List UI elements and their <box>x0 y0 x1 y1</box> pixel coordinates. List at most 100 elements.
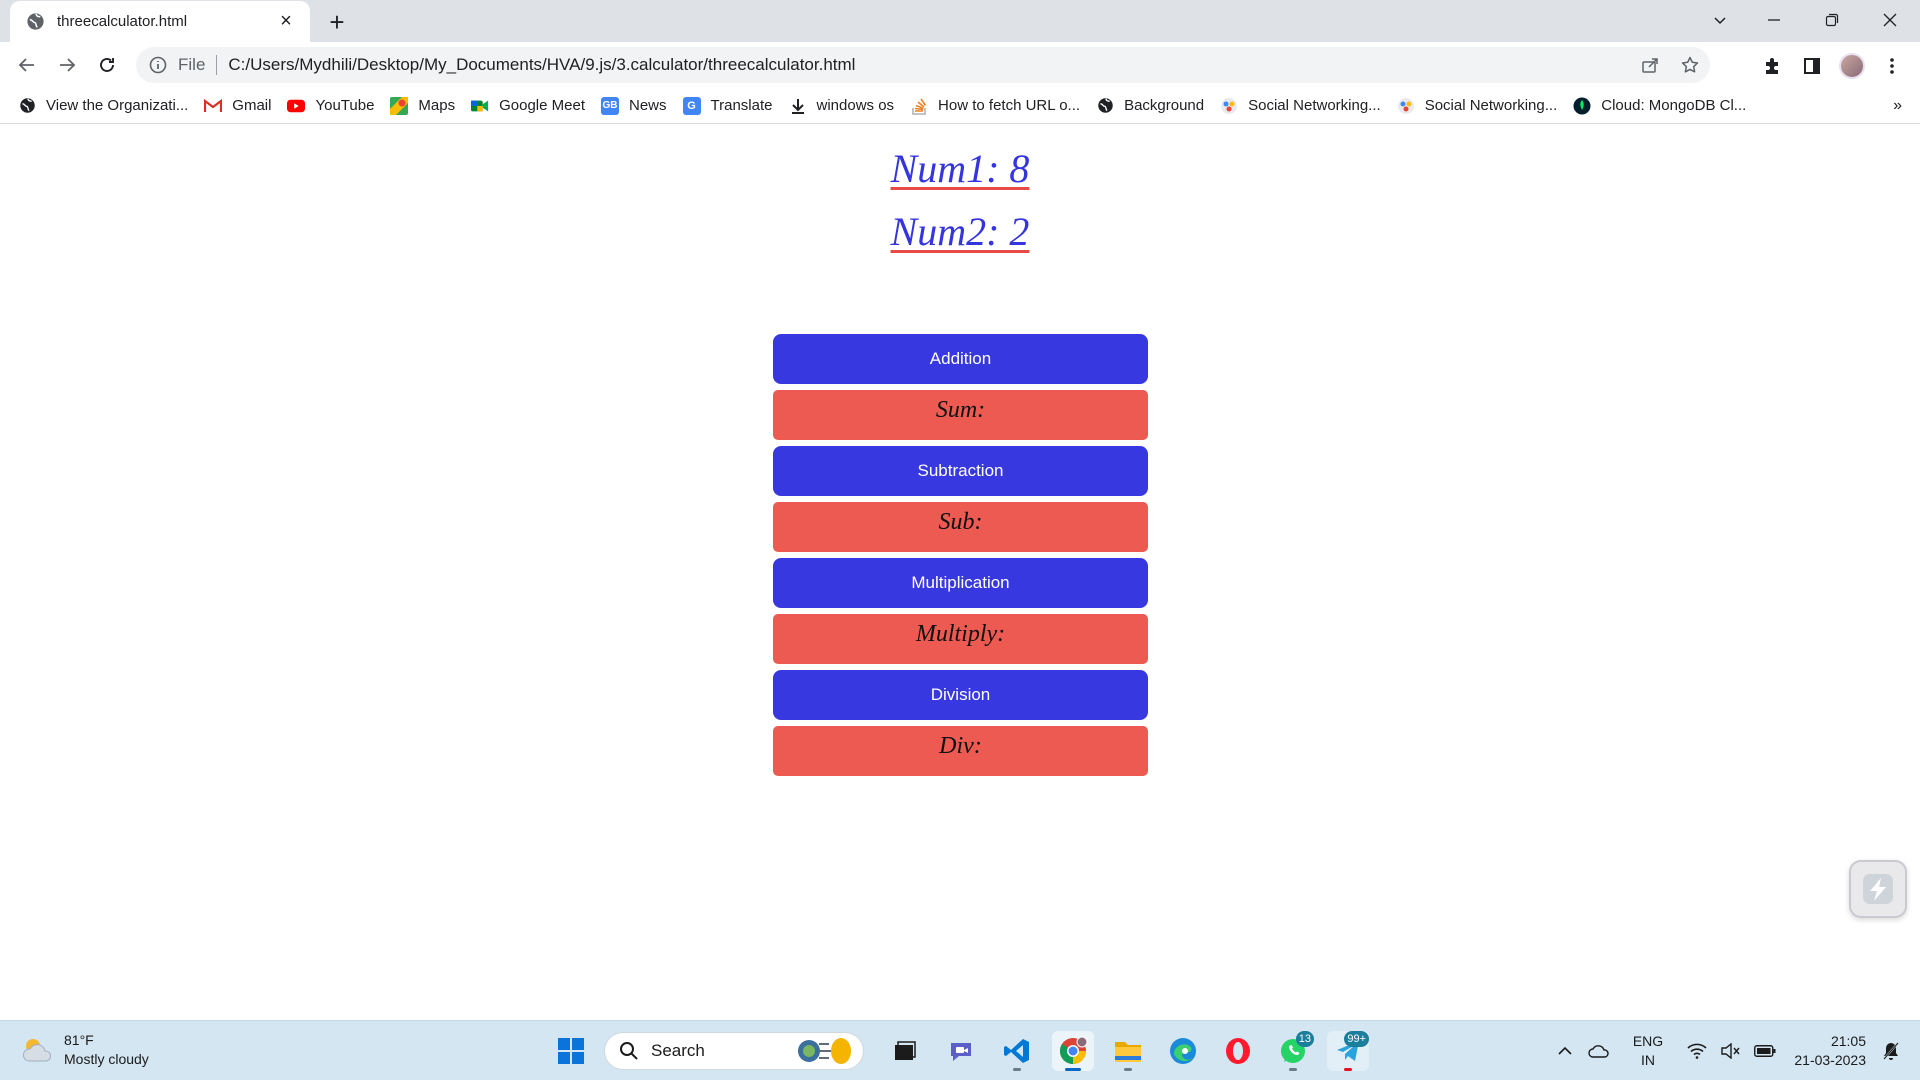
show-hidden-icons-chevron-icon[interactable] <box>1548 1031 1582 1071</box>
bookmark-google-meet[interactable]: Google Meet <box>471 92 595 120</box>
bookmark-label: windows os <box>816 97 895 114</box>
kebab-menu-icon[interactable] <box>1876 50 1908 82</box>
bookmark-gmail[interactable]: Gmail <box>204 92 281 120</box>
multiplication-button[interactable]: Multiplication <box>773 558 1148 608</box>
num1-heading: Num1: 8 <box>0 145 1920 192</box>
lightning-icon <box>1863 874 1893 904</box>
bookmark-youtube[interactable]: YouTube <box>287 92 384 120</box>
bookmark-fetch-url[interactable]: How to fetch URL o... <box>910 92 1090 120</box>
info-icon[interactable] <box>148 55 168 75</box>
share-icon[interactable] <box>1630 49 1670 81</box>
taskbar-edge[interactable] <box>1162 1031 1204 1071</box>
battery-icon[interactable] <box>1748 1031 1782 1071</box>
language-code: ENG <box>1632 1033 1664 1049</box>
wifi-icon[interactable] <box>1680 1031 1714 1071</box>
floating-quick-action-widget[interactable] <box>1849 860 1907 918</box>
volume-muted-icon[interactable] <box>1714 1031 1748 1071</box>
start-button[interactable] <box>550 1031 592 1071</box>
url-text[interactable]: C:/Users/Mydhili/Desktop/My_Documents/HV… <box>228 55 1630 75</box>
bookmark-label: How to fetch URL o... <box>938 97 1081 114</box>
translate-icon: G <box>682 96 701 115</box>
sum-result: Sum: <box>773 390 1148 440</box>
bookmark-label: Cloud: MongoDB Cl... <box>1601 97 1747 114</box>
taskbar-whatsapp[interactable]: 13 <box>1272 1031 1314 1071</box>
url-scheme-label: File <box>178 55 206 74</box>
bookmark-social-networking-1[interactable]: Social Networking... <box>1220 92 1391 120</box>
profile-avatar[interactable] <box>1836 50 1868 82</box>
bookmark-label: Background <box>1124 97 1205 114</box>
taskbar-telegram[interactable]: 99+ <box>1327 1031 1369 1071</box>
bookmark-background[interactable]: Background <box>1096 92 1214 120</box>
taskbar-file-explorer[interactable] <box>1107 1031 1149 1071</box>
maps-icon <box>390 96 409 115</box>
bookmark-label: Social Networking... <box>1248 97 1381 114</box>
reload-icon[interactable] <box>91 49 123 81</box>
weather-temperature: 81°F <box>64 1032 94 1048</box>
running-indicator <box>1124 1068 1132 1071</box>
windows-logo-icon <box>558 1038 584 1064</box>
download-icon <box>789 97 807 115</box>
notification-bell-icon[interactable] <box>1874 1031 1908 1071</box>
side-panel-icon[interactable] <box>1796 50 1828 82</box>
forward-arrow-icon[interactable] <box>51 49 83 81</box>
running-indicator <box>1065 1068 1081 1071</box>
search-icon <box>620 1042 638 1060</box>
bookmark-social-networking-2[interactable]: Social Networking... <box>1397 92 1568 120</box>
sub-result: Sub: <box>773 502 1148 552</box>
task-view-icon <box>895 1041 916 1060</box>
close-window-button[interactable] <box>1866 0 1914 40</box>
globe-icon <box>26 12 45 31</box>
folder-icon <box>1115 1042 1141 1062</box>
div-result: Div: <box>773 726 1148 776</box>
minimize-button[interactable] <box>1750 0 1798 40</box>
chat-icon <box>951 1043 971 1061</box>
whatsapp-unread-badge: 13 <box>1295 1031 1314 1047</box>
new-tab-button[interactable]: + <box>322 7 352 37</box>
bookmark-label: View the Organizati... <box>46 97 189 114</box>
task-view-button[interactable] <box>884 1031 926 1071</box>
bookmarks-bar: View the Organizati... Gmail YouTube Map… <box>0 88 1920 124</box>
tab-title: threecalculator.html <box>57 13 188 30</box>
close-tab-icon[interactable]: × <box>276 10 296 32</box>
back-arrow-icon[interactable] <box>11 49 43 81</box>
bookmark-maps[interactable]: Maps <box>390 92 465 120</box>
onedrive-cloud-icon[interactable] <box>1582 1031 1616 1071</box>
system-tray: ENG IN 21:05 21-03-2023 <box>1548 1021 1908 1081</box>
bookmark-view-organization[interactable]: View the Organizati... <box>18 92 198 120</box>
multiply-result: Multiply: <box>773 614 1148 664</box>
tab-strip: threecalculator.html × + <box>0 0 1920 42</box>
running-indicator <box>1344 1068 1352 1071</box>
extensions-puzzle-icon[interactable] <box>1756 50 1788 82</box>
weather-widget[interactable]: 81°F Mostly cloudy <box>20 1031 149 1069</box>
taskbar-opera[interactable] <box>1217 1031 1259 1071</box>
clock-date: 21-03-2023 <box>1794 1052 1866 1068</box>
bookmark-label: Google Meet <box>499 97 585 114</box>
search-highlight-icon <box>798 1038 851 1064</box>
running-indicator <box>1289 1068 1297 1071</box>
bookmark-translate[interactable]: G Translate <box>682 92 783 120</box>
bookmark-star-icon[interactable] <box>1670 49 1710 81</box>
taskbar-search-box[interactable]: Search <box>604 1032 864 1070</box>
gmail-icon <box>204 97 223 115</box>
bookmark-windows-os[interactable]: windows os <box>789 92 905 120</box>
taskbar-chrome[interactable] <box>1052 1031 1094 1071</box>
taskbar-chat[interactable] <box>940 1031 982 1071</box>
division-button[interactable]: Division <box>773 670 1148 720</box>
weather-description: Mostly cloudy <box>64 1051 149 1067</box>
tab-search-icon[interactable] <box>1696 0 1744 40</box>
bookmarks-overflow-button[interactable]: » <box>1893 88 1902 124</box>
addition-button[interactable]: Addition <box>773 334 1148 384</box>
subtraction-button[interactable]: Subtraction <box>773 446 1148 496</box>
taskbar-clock[interactable]: 21:05 21-03-2023 <box>1782 1032 1866 1070</box>
taskbar-vscode[interactable] <box>996 1031 1038 1071</box>
browser-tab-active[interactable]: threecalculator.html × <box>10 1 310 42</box>
input-language-indicator[interactable]: ENG IN <box>1624 1032 1672 1070</box>
address-bar[interactable]: File C:/Users/Mydhili/Desktop/My_Documen… <box>136 47 1710 83</box>
bookmark-mongodb[interactable]: Cloud: MongoDB Cl... <box>1573 92 1756 120</box>
calculator-panel: Addition Sum: Subtraction Sub: Multiplic… <box>773 334 1148 782</box>
bookmark-news[interactable]: GB News <box>601 92 677 120</box>
partly-cloudy-icon <box>20 1035 54 1065</box>
globe-icon <box>1096 97 1114 115</box>
restore-button[interactable] <box>1808 0 1856 40</box>
stackoverflow-icon <box>910 97 928 115</box>
